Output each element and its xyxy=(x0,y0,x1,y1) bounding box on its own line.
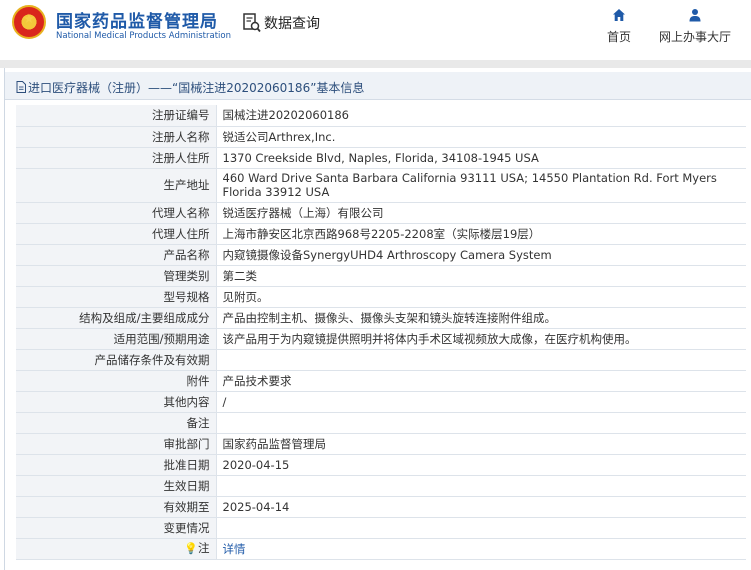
field-value: 2025-04-14 xyxy=(216,496,746,518)
field-label: 代理人住所 xyxy=(16,223,217,245)
nav-home[interactable]: 首页 xyxy=(603,8,635,45)
field-value: 锐适公司Arthrex,Inc. xyxy=(216,126,746,148)
field-value: 1370 Creekside Blvd, Naples, Florida, 34… xyxy=(216,147,746,169)
field-value: 2020-04-15 xyxy=(216,454,746,476)
field-value: 国家药品监督管理局 xyxy=(216,433,746,455)
field-label: 产品名称 xyxy=(16,244,217,266)
field-label: 生效日期 xyxy=(16,475,217,497)
table-row: 代理人名称 锐适医疗器械（上海）有限公司 xyxy=(16,202,746,224)
table-row: 产品储存条件及有效期 xyxy=(16,349,746,371)
field-value: 上海市静安区北京西路968号2205-2208室（实际楼层19层） xyxy=(216,223,746,245)
field-value: 国械注进20202060186 xyxy=(216,105,746,127)
field-label: 生产地址 xyxy=(16,168,217,203)
field-label: 附件 xyxy=(16,370,217,392)
breadcrumb-text: 进口医疗器械（注册）——“国械注进20202060186”基本信息 xyxy=(28,81,365,95)
note-label: 注 xyxy=(198,541,210,555)
field-value xyxy=(216,349,746,371)
table-row: 注册证编号 国械注进20202060186 xyxy=(16,105,746,127)
nav-home-label: 首页 xyxy=(606,30,631,44)
table-row: 附件 产品技术要求 xyxy=(16,370,746,392)
field-label: 有效期至 xyxy=(16,496,217,518)
national-emblem-logo xyxy=(12,5,46,39)
table-row: 管理类别 第二类 xyxy=(16,265,746,287)
table-row: 产品名称 内窥镜摄像设备SynergyUHD4 Arthroscopy Camer… xyxy=(16,244,746,266)
field-value: 内窥镜摄像设备SynergyUHD4 Arthroscopy Camera Sy… xyxy=(216,244,746,266)
note-value-cell: 详情 xyxy=(216,538,746,560)
field-value xyxy=(216,517,746,539)
table-row: 注册人住所 1370 Creekside Blvd, Naples, Florid… xyxy=(16,147,746,169)
table-row: 备注 xyxy=(16,412,746,434)
table-row: 审批部门 国家药品监督管理局 xyxy=(16,433,746,455)
field-label: 变更情况 xyxy=(16,517,217,539)
device-info-table: 注册证编号 国械注进20202060186 注册人名称 锐适公司Arthrex,In… xyxy=(16,105,746,560)
lightbulb-icon: 💡 xyxy=(184,542,198,555)
field-label: 备注 xyxy=(16,412,217,434)
details-link[interactable]: 详情 xyxy=(223,542,246,556)
field-value: 见附页。 xyxy=(216,286,746,308)
site-header: 国家药品监督管理局 National Medical Products Admi… xyxy=(0,0,751,60)
detail-panel: 进口医疗器械（注册）——“国械注进20202060186”基本信息 注册证编号国… xyxy=(4,68,751,570)
field-value: 产品技术要求 xyxy=(216,370,746,392)
field-value: 产品由控制主机、摄像头、摄像头支架和镜头旋转连接附件组成。 xyxy=(216,307,746,329)
field-value: 460 Ward Drive Santa Barbara California … xyxy=(216,168,746,203)
field-label: 适用范围/预期用途 xyxy=(16,328,217,350)
table-row: 注册人名称 锐适公司Arthrex,Inc. xyxy=(16,126,746,148)
user-icon xyxy=(689,9,701,22)
table-row: 有效期至 2025-04-14 xyxy=(16,496,746,518)
field-label: 其他内容 xyxy=(16,391,217,413)
field-label: 审批部门 xyxy=(16,433,217,455)
nav-online-service-hall-label: 网上办事大厅 xyxy=(658,30,731,44)
field-label: 代理人名称 xyxy=(16,202,217,224)
field-label: 结构及组成/主要组成成分 xyxy=(16,307,217,329)
field-value xyxy=(216,412,746,434)
table-row: 适用范围/预期用途 该产品用于为内窥镜提供照明并将体内手术区域视频放大成像，在医疗… xyxy=(16,328,746,350)
nav-online-service-hall[interactable]: 网上办事大厅 xyxy=(655,8,735,45)
table-row: 批准日期 2020-04-15 xyxy=(16,454,746,476)
document-search-icon xyxy=(243,13,261,33)
org-name-cn: 国家药品监督管理局 xyxy=(56,12,218,32)
field-value xyxy=(216,475,746,497)
field-label: 型号规格 xyxy=(16,286,217,308)
page-section-title: 数据查询 xyxy=(264,16,320,32)
field-label: 注册人住所 xyxy=(16,147,217,169)
note-label-cell: 💡注 xyxy=(16,538,217,560)
table-row: 型号规格 见附页。 xyxy=(16,286,746,308)
field-label: 批准日期 xyxy=(16,454,217,476)
document-icon xyxy=(16,81,26,93)
home-icon xyxy=(613,9,625,21)
field-label: 注册人名称 xyxy=(16,126,217,148)
field-value: 该产品用于为内窥镜提供照明并将体内手术区域视频放大成像，在医疗机构使用。 xyxy=(216,328,746,350)
table-row: 生效日期 xyxy=(16,475,746,497)
table-row: 结构及组成/主要组成成分 产品由控制主机、摄像头、摄像头支架和镜头旋转连接附件组成… xyxy=(16,307,746,329)
note-row: 💡注 详情 xyxy=(16,538,746,560)
field-label: 产品储存条件及有效期 xyxy=(16,349,217,371)
breadcrumb: 进口医疗器械（注册）——“国械注进20202060186”基本信息 xyxy=(5,72,751,100)
field-label: 注册证编号 xyxy=(16,105,217,127)
header-divider xyxy=(0,60,751,68)
org-name-en: National Medical Products Administration xyxy=(56,31,231,41)
field-value: / xyxy=(216,391,746,413)
field-value: 锐适医疗器械（上海）有限公司 xyxy=(216,202,746,224)
table-row: 变更情况 xyxy=(16,517,746,539)
table-row: 代理人住所 上海市静安区北京西路968号2205-2208室（实际楼层19层） xyxy=(16,223,746,245)
field-value: 第二类 xyxy=(216,265,746,287)
table-row: 其他内容 / xyxy=(16,391,746,413)
field-label: 管理类别 xyxy=(16,265,217,287)
table-row: 生产地址 460 Ward Drive Santa Barbara Califor… xyxy=(16,168,746,203)
